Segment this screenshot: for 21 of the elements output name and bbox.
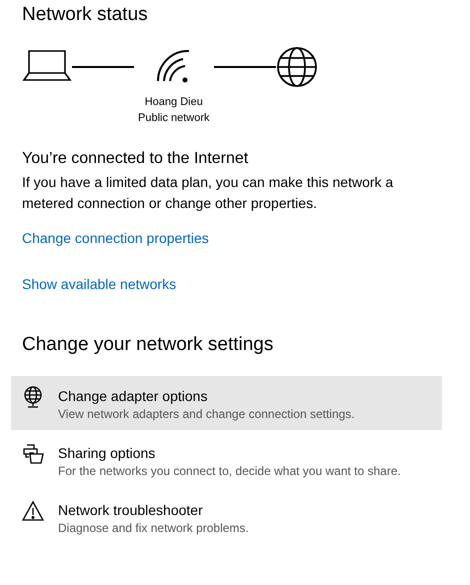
globe-monitor-icon: [22, 386, 44, 408]
link[interactable]: Change connection properties: [22, 230, 209, 246]
item-title: Network troubleshooter: [58, 501, 204, 520]
settings-item[interactable]: Change adapter options View network adapters and change connection settings.: [11, 376, 442, 430]
item-description: For the networks you connect to, decide what you want to share.: [58, 463, 401, 479]
connection-status: You’re connected to the Internet: [22, 150, 250, 168]
link[interactable]: Show available networks: [22, 276, 176, 292]
laptop-icon: [22, 48, 72, 84]
item-description: View network adapters and change connection settings.: [58, 406, 355, 422]
connection-description: If you have a limited data plan, you can make this network a metered connection or change other properties.: [22, 173, 394, 213]
section-heading: Change your network settings: [22, 334, 274, 356]
warning-icon: [22, 500, 44, 522]
network-type: Public network: [138, 111, 210, 126]
item-description: Diagnose and fix network problems.: [58, 520, 249, 536]
printer-folder-icon: [22, 443, 44, 465]
item-title: Sharing options: [58, 444, 156, 463]
settings-item[interactable]: Sharing options For the networks you connect to, decide what you want to share.: [11, 433, 442, 487]
network-name: Hoang Dieu: [144, 95, 203, 110]
settings-item[interactable]: Network troubleshooter Diagnose and fix network problems.: [11, 490, 442, 544]
item-title: Change adapter options: [58, 387, 208, 406]
section-heading: Network status: [22, 4, 149, 26]
